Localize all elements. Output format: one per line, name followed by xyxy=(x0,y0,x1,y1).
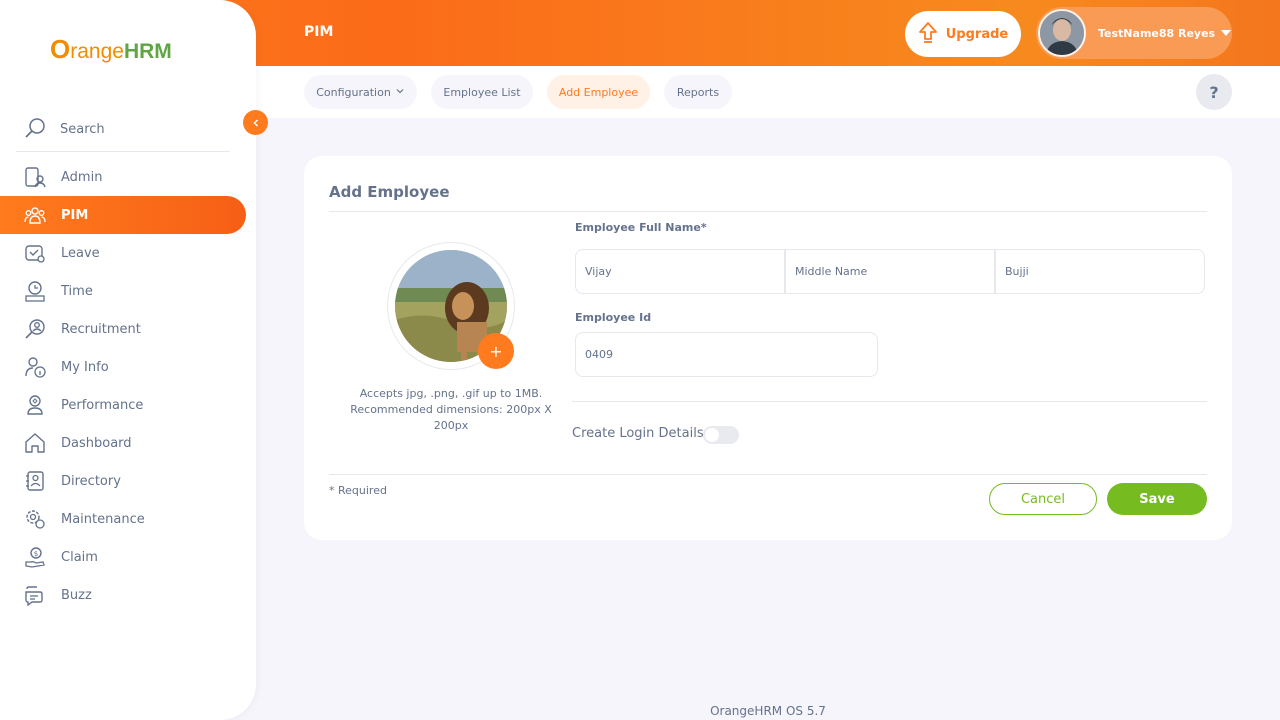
sidebar-item-admin[interactable]: Admin xyxy=(16,158,246,196)
caret-down-icon xyxy=(1221,30,1232,36)
sidebar-search[interactable]: Search xyxy=(16,108,230,152)
sidebar-item-buzz[interactable]: Buzz xyxy=(16,576,246,614)
actions-divider xyxy=(329,474,1207,475)
employee-id-input[interactable]: 0409 xyxy=(575,332,878,377)
sidebar-item-my-info[interactable]: My Info xyxy=(16,348,246,386)
pim-icon xyxy=(24,204,46,226)
sidebar-item-label: Performance xyxy=(61,397,144,413)
last-name-input[interactable]: Bujji xyxy=(995,249,1205,294)
plus-icon: + xyxy=(489,341,503,361)
sidebar-item-leave[interactable]: Leave xyxy=(16,234,246,272)
leave-icon xyxy=(24,242,46,264)
title-divider xyxy=(329,211,1207,212)
sidebar-item-label: Directory xyxy=(61,473,121,489)
chevron-left-icon xyxy=(252,118,258,127)
sidebar-item-performance[interactable]: Performance xyxy=(16,386,246,424)
module-title: PIM xyxy=(304,24,334,40)
sidebar-item-label: Admin xyxy=(61,169,103,185)
maintenance-icon xyxy=(24,508,46,530)
footer-version: OrangeHRM OS 5.7 xyxy=(710,704,826,718)
chevron-down-icon xyxy=(395,86,405,99)
sidebar-item-claim[interactable]: $ Claim xyxy=(16,538,246,576)
full-name-label: Employee Full Name* xyxy=(575,221,707,234)
toggle-knob xyxy=(705,428,719,442)
admin-icon xyxy=(24,166,46,188)
sidebar: O range HRM Search Admin PIM Leave Time xyxy=(0,0,256,720)
sidebar-item-label: Dashboard xyxy=(61,435,132,451)
sidebar-item-label: Time xyxy=(61,283,93,299)
sidebar-item-label: Leave xyxy=(61,245,100,261)
avatar xyxy=(1038,9,1086,57)
tab-label: Configuration xyxy=(316,85,391,99)
upgrade-arrow-icon xyxy=(918,21,938,47)
add-employee-card: Add Employee + Accepts jpg, .png, .gif u… xyxy=(304,156,1232,540)
tab-label: Add Employee xyxy=(558,85,639,99)
middle-name-input[interactable]: Middle Name xyxy=(785,249,995,294)
sidebar-item-label: Claim xyxy=(61,549,98,565)
sidebar-item-label: My Info xyxy=(61,359,109,375)
claim-icon: $ xyxy=(24,546,46,568)
login-divider xyxy=(572,401,1207,402)
sidebar-item-label: Recruitment xyxy=(61,321,141,337)
sidebar-item-recruitment[interactable]: Recruitment xyxy=(16,310,246,348)
sidebar-item-label: PIM xyxy=(61,207,89,223)
orangehrm-logo[interactable]: O range HRM xyxy=(50,34,172,65)
help-button[interactable]: ? xyxy=(1196,74,1232,110)
required-note: * Required xyxy=(329,484,387,497)
sidebar-item-pim[interactable]: PIM xyxy=(0,196,246,234)
employee-id-label: Employee Id xyxy=(575,311,652,324)
svg-text:$: $ xyxy=(34,550,38,558)
my-info-icon xyxy=(24,356,46,378)
upgrade-label: Upgrade xyxy=(945,26,1009,42)
tab-label: Reports xyxy=(676,85,720,99)
performance-icon xyxy=(24,394,46,416)
sidebar-item-dashboard[interactable]: Dashboard xyxy=(16,424,246,462)
search-label: Search xyxy=(60,122,105,137)
upgrade-button[interactable]: Upgrade xyxy=(905,11,1021,57)
user-menu[interactable]: TestName88 Reyes xyxy=(1036,7,1232,59)
create-login-label: Create Login Details xyxy=(572,426,704,441)
sub-navigation: Configuration Employee List Add Employee… xyxy=(256,66,1280,118)
sidebar-item-maintenance[interactable]: Maintenance xyxy=(16,500,246,538)
create-login-toggle[interactable] xyxy=(703,426,739,444)
sidebar-collapse-button[interactable] xyxy=(243,110,268,135)
sidebar-item-directory[interactable]: Directory xyxy=(16,462,246,500)
tab-configuration[interactable]: Configuration xyxy=(304,75,417,109)
sidebar-item-label: Maintenance xyxy=(61,511,145,527)
directory-icon xyxy=(24,470,46,492)
dashboard-icon xyxy=(24,432,46,454)
time-icon xyxy=(24,280,46,302)
buzz-icon xyxy=(24,584,46,606)
user-name: TestName88 Reyes xyxy=(1098,26,1216,40)
first-name-input[interactable]: Vijay xyxy=(575,249,785,294)
sidebar-item-time[interactable]: Time xyxy=(16,272,246,310)
add-photo-button[interactable]: + xyxy=(478,333,514,369)
page-title: Add Employee xyxy=(329,183,450,201)
search-icon xyxy=(24,117,46,143)
tab-reports[interactable]: Reports xyxy=(664,75,732,109)
photo-hint: Accepts jpg, .png, .gif up to 1MB. Recom… xyxy=(350,387,552,432)
sidebar-item-label: Buzz xyxy=(61,587,92,603)
cancel-button[interactable]: Cancel xyxy=(989,483,1097,515)
tab-label: Employee List xyxy=(443,85,521,99)
save-button[interactable]: Save xyxy=(1107,483,1207,515)
tab-add-employee[interactable]: Add Employee xyxy=(547,75,650,109)
tab-employee-list[interactable]: Employee List xyxy=(431,75,533,109)
recruitment-icon xyxy=(24,318,46,340)
